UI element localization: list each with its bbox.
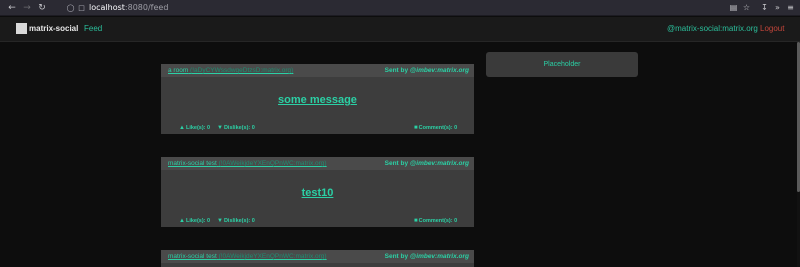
comment-icon: ■	[414, 218, 418, 224]
sender-link[interactable]: @imbev:matrix.org	[410, 160, 469, 167]
room-id: (!0AWeikjdeYXEnQPnWC:matrix.org)	[218, 160, 327, 167]
post-header: matrix-social test (!0AWeikjdeYXEnQPnWC:…	[161, 250, 474, 263]
user-id-link[interactable]: @matrix-social:matrix.org	[667, 24, 758, 33]
room-name-link[interactable]: matrix-social test (!0AWeikjdeYXEnQPnWC:…	[168, 160, 327, 167]
menu-icon[interactable]: ≡	[785, 2, 796, 14]
placeholder-text: Placeholder	[543, 61, 581, 68]
dislike-button[interactable]: ▼Dislike(s): 0	[217, 218, 255, 224]
reader-view-icon[interactable]: ▤	[728, 2, 739, 14]
reload-icon[interactable]: ↻	[36, 2, 48, 14]
logo-icon[interactable]	[16, 23, 27, 34]
post-footer: ▲Like(s): 0 ▼Dislike(s): 0 ■Comment(s): …	[161, 217, 474, 227]
comment-button[interactable]: ■Comment(s): 0	[414, 218, 457, 224]
thumbs-up-icon: ▲	[179, 125, 185, 131]
room-id: (!0AWeikjdeYXEnQPnWC:matrix.org)	[218, 253, 327, 260]
overflow-chevrons-icon[interactable]: »	[772, 2, 783, 14]
post-header: matrix-social test (!0AWeikjdeYXEnQPnWC:…	[161, 157, 474, 170]
app-root: ← → ↻ ◯ □ localhost:8080/feed ▤ ☆ ↧ » ≡ …	[0, 0, 800, 267]
app-header: matrix-social Feed @matrix-social:matrix…	[0, 17, 800, 42]
room-name-link[interactable]: a room (!aDyCYWssdwqeDtzsD:matrix.org)	[168, 67, 293, 74]
side-panel: Placeholder	[486, 52, 638, 77]
sender-link[interactable]: @imbev:matrix.org	[410, 67, 469, 74]
feed-post: matrix-social test (!0AWeikjdeYXEnQPnWC:…	[161, 250, 474, 267]
room-id: (!aDyCYWssdwqeDtzsD:matrix.org)	[190, 67, 294, 74]
back-icon[interactable]: ←	[6, 2, 18, 14]
sent-by: Sent by @imbev:matrix.org	[384, 160, 469, 167]
feed-post: a room (!aDyCYWssdwqeDtzsD:matrix.org) S…	[161, 64, 474, 134]
address-bar[interactable]: ◯ □ localhost:8080/feed	[62, 2, 768, 14]
sent-by: Sent by @imbev:matrix.org	[384, 67, 469, 74]
like-button[interactable]: ▲Like(s): 0	[179, 218, 210, 224]
comment-button[interactable]: ■Comment(s): 0	[414, 125, 457, 131]
post-footer: ▲Like(s): 0 ▼Dislike(s): 0 ■Comment(s): …	[161, 124, 474, 134]
nav-feed-link[interactable]: Feed	[84, 24, 102, 33]
thumbs-down-icon: ▼	[217, 125, 223, 131]
like-button[interactable]: ▲Like(s): 0	[179, 125, 210, 131]
comment-icon: ■	[414, 125, 418, 131]
post-message[interactable]: test10	[161, 187, 474, 199]
brand-link[interactable]: matrix-social	[29, 24, 78, 33]
feed-post: matrix-social test (!0AWeikjdeYXEnQPnWC:…	[161, 157, 474, 227]
shield-icon[interactable]: ◯	[66, 4, 75, 13]
forward-icon[interactable]: →	[21, 2, 33, 14]
thumbs-up-icon: ▲	[179, 218, 185, 224]
post-header: a room (!aDyCYWssdwqeDtzsD:matrix.org) S…	[161, 64, 474, 77]
post-message[interactable]: some message	[161, 94, 474, 106]
bookmark-star-icon[interactable]: ☆	[741, 2, 752, 14]
dislike-button[interactable]: ▼Dislike(s): 0	[217, 125, 255, 131]
logout-link[interactable]: Logout	[760, 24, 784, 33]
page-icon[interactable]: □	[77, 4, 86, 13]
sender-link[interactable]: @imbev:matrix.org	[410, 253, 469, 260]
url-text: localhost:8080/feed	[89, 3, 169, 12]
download-icon[interactable]: ↧	[759, 2, 770, 14]
room-name-link[interactable]: matrix-social test (!0AWeikjdeYXEnQPnWC:…	[168, 253, 327, 260]
browser-toolbar: ← → ↻ ◯ □ localhost:8080/feed ▤ ☆ ↧ » ≡	[0, 0, 800, 16]
thumbs-down-icon: ▼	[217, 218, 223, 224]
sent-by: Sent by @imbev:matrix.org	[384, 253, 469, 260]
